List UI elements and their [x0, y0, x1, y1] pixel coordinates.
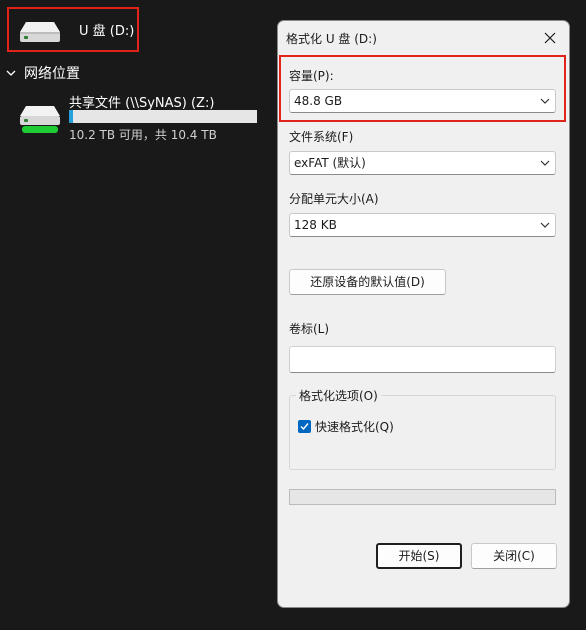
usb-drive-label: U 盘 (D:): [79, 24, 135, 39]
quick-format-label: 快速格式化(Q): [315, 420, 394, 434]
checkbox-checked-icon: [298, 420, 311, 433]
close-icon: [544, 32, 556, 44]
network-drive-name: 共享文件 (\\SyNAS) (Z:): [69, 96, 215, 111]
capacity-select[interactable]: 48.8 GB: [289, 89, 556, 113]
network-drive-usage-fill: [69, 110, 73, 123]
network-drive-free-space: 10.2 TB 可用，共 10.4 TB: [69, 128, 217, 142]
capacity-value: 48.8 GB: [294, 94, 343, 108]
chevron-down-icon: [540, 160, 550, 166]
format-options-label: 格式化选项(O): [296, 387, 381, 404]
network-drive-usage-bar: [69, 110, 257, 123]
volume-label-input[interactable]: [289, 346, 556, 373]
filesystem-label: 文件系统(F): [289, 130, 354, 144]
capacity-label: 容量(P):: [289, 69, 334, 83]
file-explorer: U 盘 (D:) 网络位置 共享文件 (\\SyNAS) (Z:) 10.2 T…: [0, 0, 586, 630]
restore-defaults-button[interactable]: 还原设备的默认值(D): [289, 269, 446, 295]
checkmark-icon: [300, 423, 309, 431]
filesystem-value: exFAT (默认): [294, 156, 366, 170]
format-progress-bar: [289, 489, 556, 505]
format-options-group: 格式化选项(O) 快速格式化(Q): [289, 387, 556, 470]
drive-icon: [20, 22, 60, 42]
chevron-down-icon: [6, 70, 16, 76]
quick-format-checkbox[interactable]: 快速格式化(Q): [298, 418, 394, 435]
usb-drive-item[interactable]: U 盘 (D:): [10, 8, 140, 52]
dialog-title: 格式化 U 盘 (D:): [286, 32, 377, 46]
allocation-unit-label: 分配单元大小(A): [289, 192, 379, 206]
filesystem-select[interactable]: exFAT (默认): [289, 151, 556, 175]
close-dialog-button[interactable]: 关闭(C): [471, 543, 557, 569]
volume-label-label: 卷标(L): [289, 322, 330, 336]
network-locations-label: 网络位置: [24, 66, 80, 82]
network-locations-header[interactable]: 网络位置: [4, 63, 80, 83]
allocation-unit-select[interactable]: 128 KB: [289, 213, 556, 237]
chevron-down-icon: [540, 98, 550, 104]
chevron-down-icon: [540, 222, 550, 228]
format-dialog: 格式化 U 盘 (D:) 容量(P): 48.8 GB 文件系统(F) exFA…: [277, 20, 570, 608]
close-button[interactable]: [539, 27, 561, 49]
network-drive-icon: [20, 106, 60, 133]
allocation-unit-value: 128 KB: [294, 218, 337, 232]
network-drive-item[interactable]: 共享文件 (\\SyNAS) (Z:) 10.2 TB 可用，共 10.4 TB: [18, 92, 268, 142]
start-button[interactable]: 开始(S): [376, 543, 462, 569]
